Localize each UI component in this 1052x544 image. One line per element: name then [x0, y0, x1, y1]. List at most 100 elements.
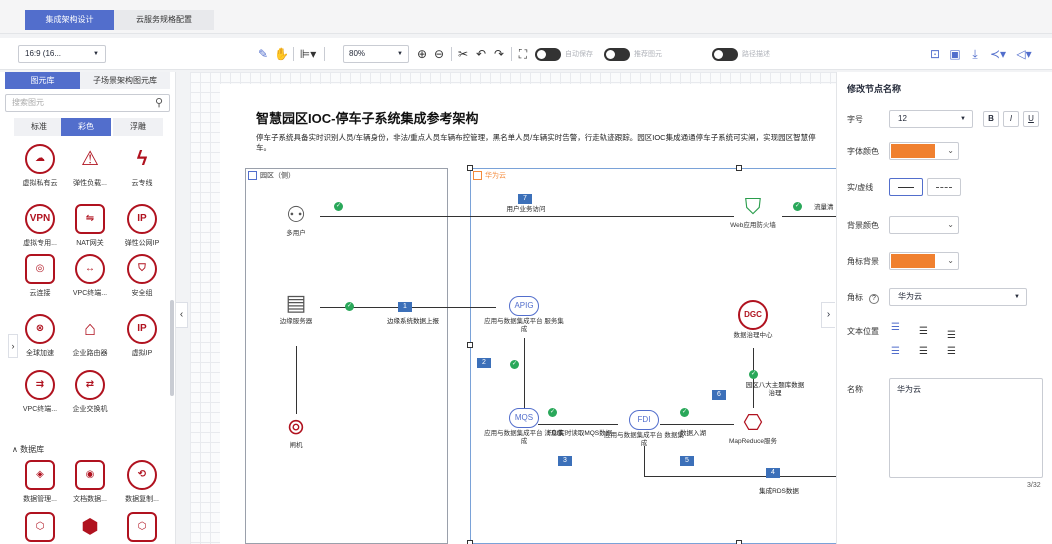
edge-line[interactable]	[644, 446, 645, 476]
save-icon[interactable]: ▣	[948, 45, 962, 63]
node-waf[interactable]: ⛉ Web应用防火墙	[713, 194, 793, 230]
edge-line[interactable]	[320, 216, 734, 217]
dashed-line-button[interactable]	[927, 178, 961, 196]
font-size-select[interactable]: 12 ▼	[889, 110, 973, 128]
path-desc-toggle[interactable]	[712, 48, 738, 61]
redo-icon[interactable]: ↷	[492, 45, 506, 63]
collapse-right-panel-button[interactable]: ›	[821, 302, 835, 328]
recommend-toggle[interactable]	[604, 48, 630, 61]
edge-line[interactable]	[296, 346, 297, 414]
node-fdi[interactable]: FDI 应用与数据集成平台 数据集成	[604, 410, 684, 448]
shape-search-input[interactable]: 搜索图元 ⚲	[5, 94, 170, 112]
node-gate[interactable]: ⊚ 闸机	[256, 414, 336, 450]
tab-cloud-spec-config[interactable]: 云服务规格配置	[114, 10, 214, 30]
vpc-endpoint-service-icon: ⇉	[25, 370, 55, 400]
style-color[interactable]: 彩色	[61, 118, 111, 136]
section-database-header[interactable]: ∧ 数据库	[12, 444, 44, 455]
collapse-left-panel-button[interactable]: ‹	[176, 302, 188, 328]
shape-elb[interactable]: ⚠ 弹性负载...	[60, 144, 120, 188]
expand-left-button[interactable]: ›	[8, 334, 18, 358]
shape-vpc-endpoint[interactable]: ↔ VPC终端...	[60, 254, 120, 298]
resize-handle[interactable]	[736, 540, 742, 544]
shape-direct-connect[interactable]: ϟ 云专线	[112, 144, 172, 188]
resize-handle[interactable]	[467, 165, 473, 171]
zoom-out-icon[interactable]: ⊖	[432, 45, 446, 63]
align-icon[interactable]: ⊫▾	[298, 45, 318, 63]
shape-eip[interactable]: IP 弹性公网IP	[112, 204, 172, 248]
edge-line[interactable]	[644, 476, 836, 477]
align-top-center-icon[interactable]: ☰	[919, 326, 928, 337]
align-center-icon[interactable]: ☰	[919, 346, 928, 357]
edge-label: FDI实时读取MQS数据	[547, 430, 613, 437]
chevron-down-icon: ▼	[93, 51, 99, 57]
bg-color-picker[interactable]: ⌄	[889, 216, 959, 234]
style-relief[interactable]: 浮雕	[113, 118, 163, 136]
search-icon[interactable]: ⚲	[155, 95, 163, 111]
pen-icon[interactable]: ✎	[256, 45, 270, 63]
help-icon[interactable]: ?	[869, 294, 879, 304]
badge-bg-picker[interactable]: ⌄	[889, 252, 959, 270]
edge-line[interactable]	[524, 338, 525, 408]
resize-handle[interactable]	[467, 342, 473, 348]
bg-color-label: 背景颜色	[847, 221, 879, 230]
shape-drs[interactable]: ⟲ 数据复制...	[112, 460, 172, 504]
bold-button[interactable]: B	[983, 111, 999, 127]
shape-security-group[interactable]: ⛉ 安全组	[112, 254, 172, 298]
zoom-select[interactable]: 80% ▼	[343, 45, 409, 63]
shape-db-extra-2[interactable]: ⬢	[60, 512, 120, 542]
diagram-title[interactable]: 智慧园区IOC-停车子系统集成参考架构	[256, 108, 478, 127]
underline-button[interactable]: U	[1023, 111, 1039, 127]
shape-virtual-ip[interactable]: IP 虚拟IP	[112, 314, 172, 358]
left-panel-scrollbar[interactable]	[170, 300, 174, 396]
align-left-icon[interactable]: ☰	[891, 346, 900, 357]
shape-db-extra-3[interactable]: ⬡	[112, 512, 172, 542]
shape-nat[interactable]: ⇋ NAT网关	[60, 204, 120, 248]
align-top-right-icon[interactable]: ☰	[947, 330, 956, 341]
align-top-left-icon[interactable]: ☰	[891, 322, 900, 333]
node-name-textarea[interactable]: 华为云	[889, 378, 1043, 478]
tab-shape-library[interactable]: 图元库	[5, 72, 80, 89]
format-painter-icon[interactable]: ✂	[456, 45, 470, 63]
vpn-icon: VPN	[25, 204, 55, 234]
fullscreen-icon[interactable]: ⛶	[516, 45, 530, 63]
edge-line[interactable]	[538, 424, 618, 425]
resize-handle[interactable]	[736, 165, 742, 171]
zoom-in-icon[interactable]: ⊕	[415, 45, 429, 63]
undo-icon[interactable]: ↶	[474, 45, 488, 63]
badge-select[interactable]: 华为云 ▼	[889, 288, 1027, 306]
node-apig[interactable]: APIG 应用与数据集成平台 服务集成	[484, 296, 564, 334]
hand-icon[interactable]: ✋	[274, 45, 289, 63]
tab-architecture-design[interactable]: 集成架构设计	[25, 10, 114, 30]
drawing-canvas[interactable]: 智慧园区IOC-停车子系统集成参考架构 停车子系统具备实时识别人员/车辆身份，非…	[190, 72, 836, 544]
font-color-picker[interactable]: ⌄	[889, 142, 959, 160]
shape-library-panel: 图元库 子场景架构图元库 搜索图元 ⚲ 标准 彩色 浮雕 ☁ 虚拟私有云 ⚠ 弹性负载…	[0, 72, 176, 544]
ratio-select[interactable]: 16:9 (16... ▼	[18, 45, 106, 63]
chevron-down-icon: ⌄	[947, 220, 954, 229]
edge-line[interactable]	[660, 424, 734, 425]
chevron-up-icon: ∧	[12, 445, 18, 454]
style-standard[interactable]: 标准	[14, 118, 64, 136]
solid-line-button[interactable]	[889, 178, 923, 196]
tab-scene-library[interactable]: 子场景架构图元库	[80, 72, 170, 89]
edge-line[interactable]	[782, 216, 836, 217]
send-icon[interactable]: ◁▾	[1012, 45, 1036, 63]
node-mrs[interactable]: ⎔ MapReduce服务	[713, 410, 793, 446]
node-users[interactable]: ⚇ 多用户	[256, 202, 336, 238]
share-icon[interactable]: ≺▾	[988, 45, 1008, 63]
shape-label: 数据复制...	[125, 496, 159, 503]
align-right-icon[interactable]: ☰	[947, 346, 956, 357]
node-edge-server[interactable]: ▤ 边缘服务器	[256, 290, 336, 326]
vpc-icon: ☁	[25, 144, 55, 174]
shape-label: 文档数据...	[73, 496, 107, 503]
resize-handle[interactable]	[467, 540, 473, 544]
italic-button[interactable]: I	[1003, 111, 1019, 127]
shape-enterprise-switch[interactable]: ⇄ 企业交换机	[60, 370, 120, 414]
shape-dds[interactable]: ◉ 文档数据...	[60, 460, 120, 504]
download-icon[interactable]: ⤓	[968, 45, 982, 63]
step-badge: 6	[712, 390, 726, 400]
shape-enterprise-router[interactable]: ⌂ 企业路由器	[60, 314, 120, 358]
preview-icon[interactable]: ⊡	[928, 45, 942, 63]
diagram-description[interactable]: 停车子系统具备实时识别人员/车辆身份，非法/重点人员车辆布控管理，黑名单人员/车…	[256, 133, 816, 153]
autosave-toggle[interactable]	[535, 48, 561, 61]
node-dgc[interactable]: DGC 数据治理中心	[713, 300, 793, 340]
